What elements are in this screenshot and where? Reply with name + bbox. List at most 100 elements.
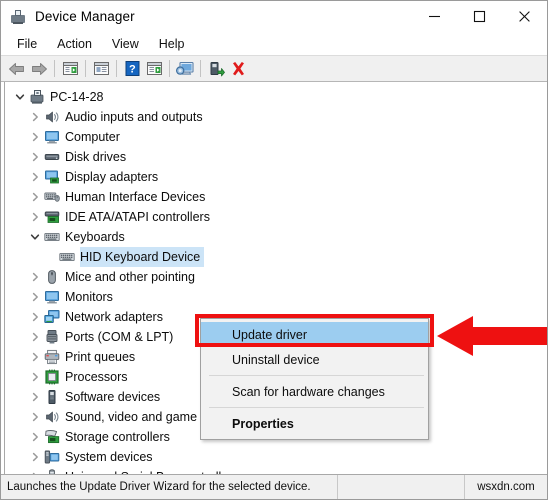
keyboard-icon xyxy=(43,227,61,247)
tree-row-label: Monitors xyxy=(65,290,113,304)
status-pane-empty xyxy=(338,475,465,499)
chevron-down-icon[interactable] xyxy=(27,227,43,247)
context-menu-separator xyxy=(209,407,424,408)
speaker-icon xyxy=(43,107,61,127)
tree-row-label: Processors xyxy=(65,370,128,384)
toolbar-separator xyxy=(200,60,201,77)
tree-row-hid-keyboard-device[interactable]: HID Keyboard Device xyxy=(5,247,547,267)
close-icon[interactable] xyxy=(502,1,547,32)
enable-device-icon[interactable] xyxy=(205,58,227,80)
tree-row-audio-inputs-and-outputs[interactable]: Audio inputs and outputs xyxy=(5,107,547,127)
tree-row-root[interactable]: PC-14-28 xyxy=(5,87,547,107)
mouse-icon xyxy=(43,267,61,287)
maximize-icon[interactable] xyxy=(457,1,502,32)
tree-row-label: Mice and other pointing xyxy=(65,270,195,284)
speaker-icon xyxy=(43,407,61,427)
tree-row-label: Network adapters xyxy=(65,310,163,324)
hid-icon xyxy=(43,187,61,207)
toolbar-separator xyxy=(54,60,55,77)
chevron-right-icon[interactable] xyxy=(27,427,43,447)
chevron-right-icon[interactable] xyxy=(27,307,43,327)
scan-hardware-changes-icon[interactable] xyxy=(174,58,196,80)
tree-row-label: Ports (COM & LPT) xyxy=(65,330,174,344)
forward-icon[interactable] xyxy=(28,58,50,80)
chevron-right-icon[interactable] xyxy=(27,107,43,127)
status-message: Launches the Update Driver Wizard for th… xyxy=(1,475,338,499)
menu-file[interactable]: File xyxy=(7,34,47,54)
chevron-right-icon[interactable] xyxy=(27,467,43,474)
tree-row-monitors[interactable]: Monitors xyxy=(5,287,547,307)
tree-row-label: Universal Serial Bus controllers xyxy=(65,467,243,474)
properties-icon[interactable] xyxy=(90,58,112,80)
context-menu[interactable]: Update driver Uninstall device Scan for … xyxy=(200,318,429,440)
chevron-right-icon[interactable] xyxy=(27,347,43,367)
tree-row-computer[interactable]: Computer xyxy=(5,127,547,147)
chevron-right-icon[interactable] xyxy=(27,287,43,307)
watermark-text: wsxdn.com xyxy=(477,481,535,493)
tree-row-universal-serial-bus-controllers[interactable]: Universal Serial Bus controllers xyxy=(5,467,547,474)
tree-row-display-adapters[interactable]: Display adapters xyxy=(5,167,547,187)
title-bar: Device Manager xyxy=(1,1,547,32)
device-manager-window: Device Manager File Action View Help ? P… xyxy=(0,0,548,500)
context-menu-item-uninstall-device[interactable]: Uninstall device xyxy=(201,347,428,372)
system-device-icon xyxy=(43,447,61,467)
tree-row-label: Computer xyxy=(65,130,120,144)
svg-text:?: ? xyxy=(129,63,136,75)
monitor-icon xyxy=(43,127,61,147)
menu-view[interactable]: View xyxy=(102,34,149,54)
context-menu-item-properties[interactable]: Properties xyxy=(201,411,428,436)
minimize-icon[interactable] xyxy=(412,1,457,32)
toolbar-separator xyxy=(116,60,117,77)
usb-icon xyxy=(43,467,61,474)
monitor-icon xyxy=(43,287,61,307)
computer-root-icon xyxy=(28,87,46,107)
printer-icon xyxy=(43,347,61,367)
port-icon xyxy=(43,327,61,347)
chevron-right-icon[interactable] xyxy=(27,407,43,427)
menu-action[interactable]: Action xyxy=(47,34,102,54)
tree-row-mice-and-other-pointing[interactable]: Mice and other pointing xyxy=(5,267,547,287)
tree-row-label: Software devices xyxy=(65,390,161,404)
chevron-right-icon[interactable] xyxy=(27,187,43,207)
tree-row-system-devices[interactable]: System devices xyxy=(5,447,547,467)
tree-row-label: Audio inputs and outputs xyxy=(65,110,203,124)
tree-row-label: PC-14-28 xyxy=(50,90,104,104)
toolbar-separator xyxy=(85,60,86,77)
chevron-right-icon[interactable] xyxy=(27,367,43,387)
chevron-right-icon[interactable] xyxy=(27,387,43,407)
toolbar-separator xyxy=(169,60,170,77)
uninstall-device-icon[interactable] xyxy=(227,58,249,80)
chevron-right-icon[interactable] xyxy=(27,267,43,287)
context-menu-wrapper: Update driver Uninstall device Scan for … xyxy=(195,314,434,440)
chevron-right-icon[interactable] xyxy=(27,207,43,227)
chevron-right-icon[interactable] xyxy=(27,127,43,147)
menu-help[interactable]: Help xyxy=(149,34,195,54)
chevron-right-icon[interactable] xyxy=(27,147,43,167)
back-icon[interactable] xyxy=(6,58,28,80)
context-menu-item-update-driver[interactable]: Update driver xyxy=(201,322,428,347)
content-area: PC-14-28 Audio inputs and outputs Comput… xyxy=(1,82,547,474)
update-driver-icon[interactable] xyxy=(143,58,165,80)
chevron-right-icon[interactable] xyxy=(27,447,43,467)
ide-controller-icon xyxy=(43,207,61,227)
tree-row-label: IDE ATA/ATAPI controllers xyxy=(65,210,210,224)
status-bar: Launches the Update Driver Wizard for th… xyxy=(1,474,547,499)
tree-row-human-interface-devices[interactable]: Human Interface Devices xyxy=(5,187,547,207)
chevron-down-icon[interactable] xyxy=(12,87,28,107)
window-controls xyxy=(412,1,547,32)
device-manager-icon xyxy=(10,9,26,25)
tree-row-label: Disk drives xyxy=(65,150,127,164)
tree-row-keyboards[interactable]: Keyboards xyxy=(5,227,547,247)
context-menu-item-scan-for-hardware-changes[interactable]: Scan for hardware changes xyxy=(201,379,428,404)
chevron-right-icon[interactable] xyxy=(27,167,43,187)
software-device-icon xyxy=(43,387,61,407)
chevron-right-icon[interactable] xyxy=(27,327,43,347)
help-icon[interactable]: ? xyxy=(121,58,143,80)
tree-row-label: Human Interface Devices xyxy=(65,190,206,204)
tree-row-label: Keyboards xyxy=(65,230,125,244)
show-hide-console-tree-icon[interactable] xyxy=(59,58,81,80)
context-menu-separator xyxy=(209,375,424,376)
tree-row-ide-ata-atapi-controllers[interactable]: IDE ATA/ATAPI controllers xyxy=(5,207,547,227)
tree-row-disk-drives[interactable]: Disk drives xyxy=(5,147,547,167)
network-adapter-icon xyxy=(43,307,61,327)
